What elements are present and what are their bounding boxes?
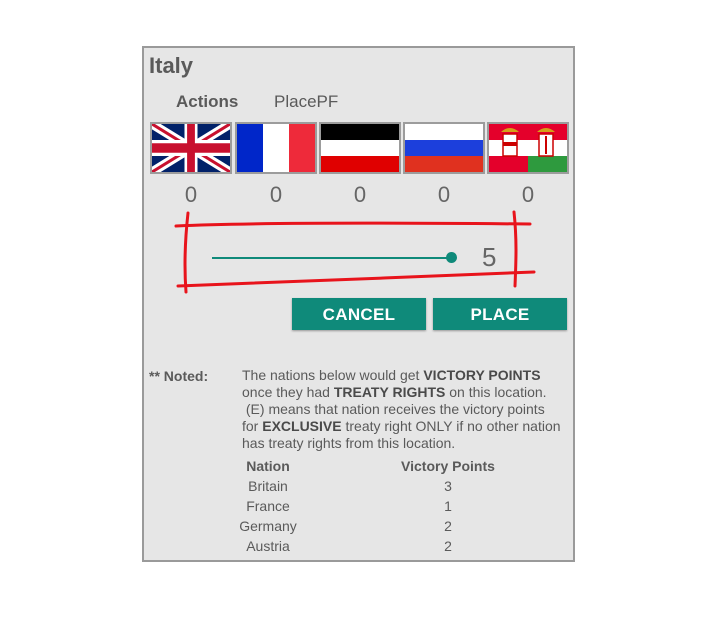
- points-cell: 1: [444, 498, 452, 514]
- note-line4-end: treaty right ONLY if no other nation: [341, 418, 561, 434]
- note-line2-text: once they had: [242, 384, 334, 400]
- actions-value: PlacePF: [274, 92, 339, 111]
- note-line3-text: (E) means that nation receives the victo…: [242, 401, 545, 417]
- table-row: Germany 2: [204, 516, 564, 536]
- place-button[interactable]: PLACE: [433, 298, 567, 330]
- slider-track[interactable]: [212, 257, 452, 259]
- nation-cell: Germany: [239, 518, 297, 534]
- points-cell: 2: [444, 518, 452, 534]
- victory-points-emphasis: VICTORY POINTS: [423, 367, 541, 383]
- france-flag-icon[interactable]: [235, 122, 317, 174]
- table-row: Britain 3: [204, 476, 564, 496]
- points-cell: 2: [444, 538, 452, 554]
- note-text: The nations below would get VICTORY POIN…: [242, 367, 572, 452]
- note-line4-text: for: [242, 418, 263, 434]
- note-line1-text: The nations below would get: [242, 367, 424, 383]
- uk-flag-icon[interactable]: [150, 122, 232, 174]
- cancel-button[interactable]: CANCEL: [292, 298, 426, 330]
- victory-points-table: Nation Victory Points Britain 3 France 1…: [204, 456, 564, 556]
- amount-slider[interactable]: 5: [212, 240, 512, 280]
- note-line2-end: on this location.: [445, 384, 547, 400]
- exclusive-emphasis: EXCLUSIVE: [262, 418, 342, 434]
- russia-flag-icon[interactable]: [403, 122, 485, 174]
- britain-count: 0: [184, 182, 198, 207]
- table-row: France 1: [204, 496, 564, 516]
- dialog: Italy Actions PlacePF 0 0 0 0 0 5 CANCEL…: [142, 46, 575, 562]
- victory-points-column-header: Victory Points: [401, 458, 495, 474]
- germany-count: 0: [353, 182, 367, 207]
- austria-hungary-flag-icon[interactable]: [487, 122, 569, 174]
- nation-cell: Austria: [246, 538, 290, 554]
- points-cell: 3: [444, 478, 452, 494]
- austria-count: 0: [521, 182, 535, 207]
- nation-column-header: Nation: [246, 458, 290, 474]
- france-count: 0: [269, 182, 283, 207]
- table-header-row: Nation Victory Points: [204, 456, 564, 476]
- note-label: ** Noted:: [149, 368, 209, 384]
- table-row: Austria 2: [204, 536, 564, 556]
- slider-value: 5: [482, 242, 497, 272]
- nation-cell: France: [246, 498, 290, 514]
- nation-cell: Britain: [248, 478, 288, 494]
- note-line5-text: has treaty rights from this location.: [242, 435, 456, 451]
- dialog-title: Italy: [149, 53, 194, 78]
- germany-flag-icon[interactable]: [319, 122, 401, 174]
- actions-label: Actions: [176, 92, 239, 111]
- russia-count: 0: [437, 182, 451, 207]
- slider-thumb[interactable]: [446, 252, 457, 263]
- treaty-rights-emphasis: TREATY RIGHTS: [333, 384, 446, 400]
